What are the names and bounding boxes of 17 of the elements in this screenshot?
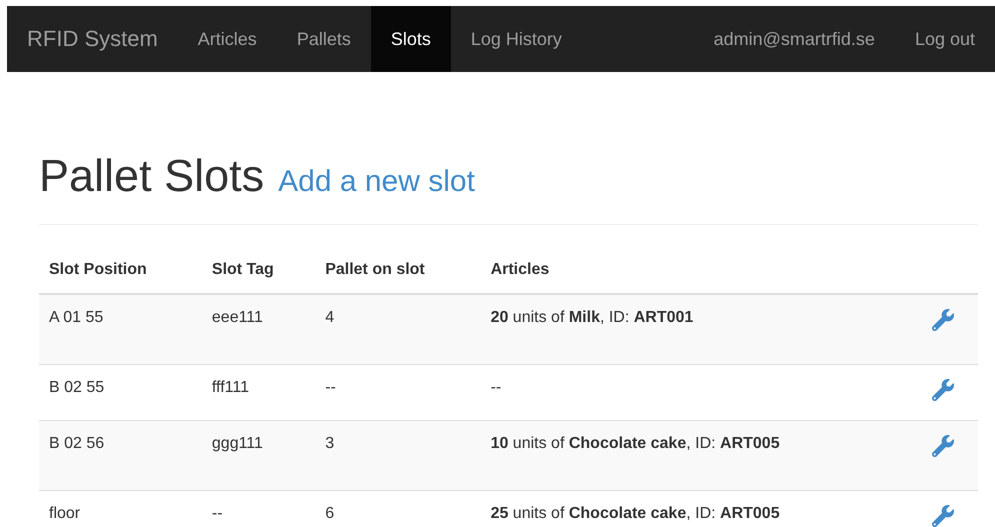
wrench-icon[interactable] bbox=[932, 379, 954, 401]
nav-link[interactable]: Log History bbox=[450, 6, 582, 72]
logout-link[interactable]: Log out bbox=[894, 6, 995, 72]
table-cell: -- bbox=[202, 490, 316, 527]
nav-link[interactable]: Slots bbox=[370, 6, 451, 72]
wrench-icon[interactable] bbox=[932, 505, 954, 527]
brand-name: RFID System bbox=[27, 25, 158, 53]
table-cell: floor bbox=[39, 490, 202, 527]
user-link[interactable]: admin@smartrfid.se bbox=[694, 6, 895, 72]
wrench-icon[interactable] bbox=[932, 435, 954, 457]
add-slot-link[interactable]: Add a new slot bbox=[278, 165, 475, 199]
table-cell: 6 bbox=[315, 490, 481, 527]
table-cell: 25 units of Chocolate cake, ID: ART005 bbox=[480, 490, 908, 527]
wrench-icon[interactable] bbox=[932, 309, 954, 331]
nav-link[interactable]: Pallets bbox=[276, 6, 371, 72]
nav-link[interactable]: Articles bbox=[178, 6, 277, 72]
page-title: Pallet Slots bbox=[39, 150, 264, 202]
